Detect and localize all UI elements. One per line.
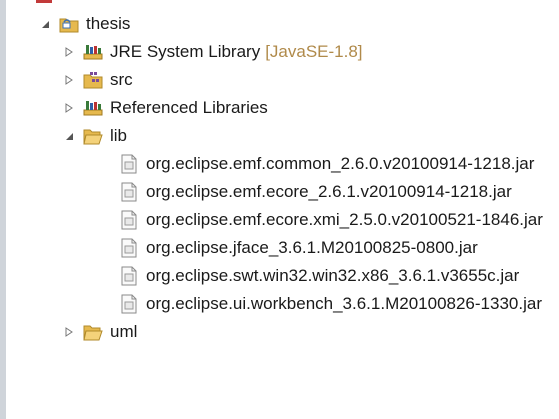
collapsed-triangle-icon[interactable] (62, 325, 76, 339)
referenced-libraries-label: Referenced Libraries (110, 98, 268, 117)
collapsed-triangle-icon[interactable] (62, 101, 76, 115)
tree-item-jar-file[interactable]: org.eclipse.swt.win32.win32.x86_3.6.1.v3… (118, 262, 519, 290)
view-left-border (0, 0, 6, 419)
uml-label: uml (110, 322, 138, 341)
jar-file-label: org.eclipse.emf.common_2.6.0.v20100914-1… (146, 154, 535, 173)
collapsed-triangle-icon[interactable] (62, 45, 76, 59)
jar-file-icon (118, 154, 140, 174)
jar-file-icon (118, 266, 140, 286)
source-folder-icon (82, 70, 104, 90)
jre-library-label: JRE System Library (110, 42, 261, 61)
jar-file-icon (118, 182, 140, 202)
tree-item-jar-file[interactable]: org.eclipse.emf.common_2.6.0.v20100914-1… (118, 150, 534, 178)
collapsed-triangle-icon[interactable] (62, 73, 76, 87)
lib-label: lib (110, 126, 128, 145)
tree-item-lib[interactable]: lib (62, 122, 127, 150)
jar-file-label: org.eclipse.swt.win32.win32.x86_3.6.1.v3… (146, 266, 520, 285)
jar-file-icon (118, 210, 140, 230)
project-name: thesis (86, 14, 131, 33)
jar-file-label: org.eclipse.emf.ecore_2.6.1.v20100914-12… (146, 182, 512, 201)
tree-item-uml[interactable]: uml (62, 318, 137, 346)
tree-item-thesis[interactable]: thesis (38, 10, 130, 38)
jar-file-label: org.eclipse.ui.workbench_3.6.1.M20100826… (146, 294, 542, 313)
tree-item-referenced-libraries[interactable]: Referenced Libraries (62, 94, 268, 122)
tree-item-jar-file[interactable]: org.eclipse.ui.workbench_3.6.1.M20100826… (118, 290, 542, 318)
expanded-triangle-icon[interactable] (62, 129, 76, 143)
folder-open-icon (82, 322, 104, 342)
jar-file-icon (118, 294, 140, 314)
jar-file-icon (118, 238, 140, 258)
tree-item-jre-system-library[interactable]: JRE System Library [JavaSE-1.8] (62, 38, 363, 66)
tree-item-jar-file[interactable]: org.eclipse.jface_3.6.1.M20100825-0800.j… (118, 234, 478, 262)
jar-file-label: org.eclipse.jface_3.6.1.M20100825-0800.j… (146, 238, 478, 257)
folder-open-icon (82, 126, 104, 146)
src-label: src (110, 70, 133, 89)
jre-version-decoration: [JavaSE-1.8] (265, 42, 363, 61)
java-project-icon (58, 14, 80, 34)
library-icon (82, 42, 104, 62)
library-icon (82, 98, 104, 118)
previous-item-fragment (36, 0, 52, 3)
tree-item-jar-file[interactable]: org.eclipse.emf.ecore.xmi_2.5.0.v2010052… (118, 206, 543, 234)
tree-item-jar-file[interactable]: org.eclipse.emf.ecore_2.6.1.v20100914-12… (118, 178, 512, 206)
expanded-triangle-icon[interactable] (38, 17, 52, 31)
tree-item-src[interactable]: src (62, 66, 133, 94)
jar-file-label: org.eclipse.emf.ecore.xmi_2.5.0.v2010052… (146, 210, 543, 229)
